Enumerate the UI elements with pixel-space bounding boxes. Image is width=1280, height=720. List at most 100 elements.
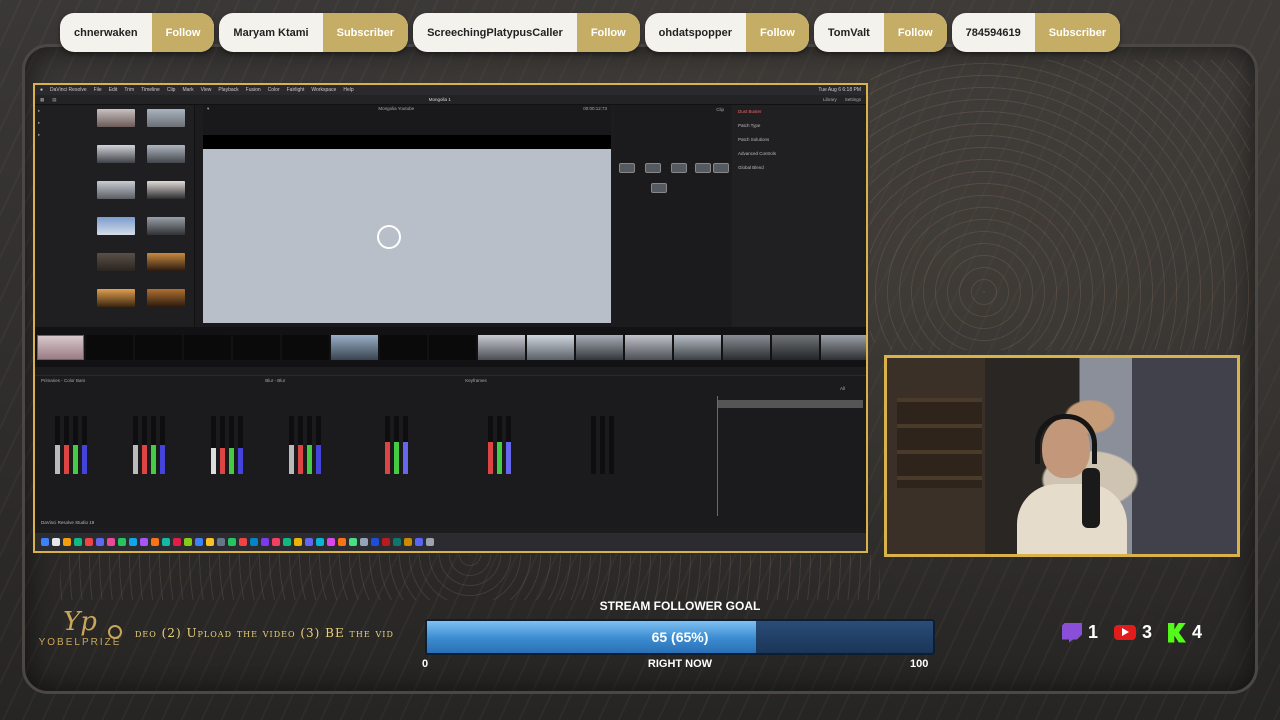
app-icon[interactable] <box>371 538 379 546</box>
app-icon[interactable] <box>349 538 357 546</box>
bin-item[interactable]: ▸ <box>38 132 84 138</box>
timeline-clip[interactable] <box>625 335 672 360</box>
app-icon[interactable] <box>393 538 401 546</box>
media-thumbnail[interactable] <box>97 109 135 127</box>
timeline-clip[interactable] <box>821 335 866 360</box>
inspector-field[interactable]: Global Blend <box>738 165 860 170</box>
app-icon[interactable] <box>327 538 335 546</box>
app-icon[interactable] <box>129 538 137 546</box>
app-icon[interactable] <box>338 538 346 546</box>
timeline-clip[interactable] <box>429 335 476 360</box>
timeline-clip[interactable] <box>233 335 280 360</box>
menu-item-help[interactable]: Help <box>343 87 353 93</box>
app-icon[interactable] <box>63 538 71 546</box>
inspector-tab-settings[interactable]: Settings <box>845 97 861 102</box>
timeline-clip[interactable] <box>135 335 182 360</box>
timeline-clip[interactable] <box>37 335 84 360</box>
keyframes-filter[interactable]: All <box>840 386 845 391</box>
app-icon[interactable] <box>162 538 170 546</box>
timeline-clip[interactable] <box>723 335 770 360</box>
media-thumbnail[interactable] <box>97 253 135 271</box>
app-icon[interactable] <box>305 538 313 546</box>
app-icon[interactable] <box>74 538 82 546</box>
bin-item[interactable]: ▸ <box>38 108 84 114</box>
node[interactable] <box>651 183 667 193</box>
app-icon[interactable] <box>228 538 236 546</box>
node[interactable] <box>619 163 635 173</box>
timeline-clip[interactable] <box>772 335 819 360</box>
app-icon[interactable] <box>85 538 93 546</box>
app-icon[interactable] <box>217 538 225 546</box>
menu-item-mark[interactable]: Mark <box>182 87 193 93</box>
playhead[interactable] <box>717 396 718 516</box>
launchpad-icon[interactable] <box>52 538 60 546</box>
timeline-clip[interactable] <box>527 335 574 360</box>
radius-bars[interactable] <box>385 416 408 474</box>
app-icon[interactable] <box>151 538 159 546</box>
timeline-clip[interactable] <box>331 335 378 360</box>
gamma-bars[interactable] <box>133 416 165 474</box>
viewer-image[interactable] <box>203 149 611 323</box>
inspector-field[interactable]: Advanced Controls <box>738 151 860 156</box>
node[interactable] <box>695 163 711 173</box>
menu-item-app[interactable]: DaVinci Resolve <box>50 87 87 93</box>
finder-icon[interactable] <box>41 538 49 546</box>
app-icon[interactable] <box>294 538 302 546</box>
app-icon[interactable] <box>250 538 258 546</box>
app-icon[interactable] <box>195 538 203 546</box>
lut-button[interactable]: ▤ <box>52 97 56 103</box>
menu-item-edit[interactable]: Edit <box>109 87 118 93</box>
timeline-clip[interactable] <box>478 335 525 360</box>
inspector-tab-library[interactable]: Library <box>823 97 837 102</box>
menu-item-color[interactable]: Color <box>268 87 280 93</box>
discord-icon[interactable] <box>415 538 423 546</box>
menu-item-view[interactable]: View <box>201 87 212 93</box>
node[interactable] <box>713 163 729 173</box>
app-icon[interactable] <box>206 538 214 546</box>
offset-bars[interactable] <box>289 416 321 474</box>
menu-item-file[interactable]: File <box>94 87 102 93</box>
app-icon[interactable] <box>140 538 148 546</box>
timeline-clip[interactable] <box>380 335 427 360</box>
node[interactable] <box>671 163 687 173</box>
media-thumbnail[interactable] <box>97 145 135 163</box>
media-thumbnail[interactable] <box>97 289 135 307</box>
media-thumbnail[interactable] <box>147 289 185 307</box>
gain-bars[interactable] <box>211 416 243 474</box>
app-icon[interactable] <box>184 538 192 546</box>
menu-item-clip[interactable]: Clip <box>167 87 176 93</box>
timeline-clip[interactable] <box>184 335 231 360</box>
menu-item-playback[interactable]: Playback <box>218 87 238 93</box>
media-thumbnail[interactable] <box>147 181 185 199</box>
timeline-clip[interactable] <box>282 335 329 360</box>
app-icon[interactable] <box>272 538 280 546</box>
scaling-bars[interactable] <box>591 416 614 474</box>
media-thumbnail[interactable] <box>147 109 185 127</box>
menu-item-trim[interactable]: Trim <box>124 87 134 93</box>
media-thumbnail[interactable] <box>147 217 185 235</box>
app-icon[interactable] <box>316 538 324 546</box>
apple-icon[interactable]: ● <box>40 87 43 93</box>
menu-item-timeline[interactable]: Timeline <box>141 87 160 93</box>
bin-item[interactable]: ▸ <box>38 120 84 126</box>
node-editor[interactable]: Clip <box>615 105 730 327</box>
gallery-button[interactable]: ▦ <box>40 97 44 103</box>
node[interactable] <box>645 163 661 173</box>
node-editor-mode[interactable]: Clip <box>716 107 724 112</box>
timeline-clip[interactable] <box>86 335 133 360</box>
media-thumbnail[interactable] <box>97 181 135 199</box>
app-icon[interactable] <box>107 538 115 546</box>
menu-item-fusion[interactable]: Fusion <box>246 87 261 93</box>
keyframe-track[interactable] <box>717 400 863 408</box>
viewer-zoom[interactable]: ▾ <box>207 106 209 112</box>
inspector-field[interactable]: Patch Type <box>738 123 860 128</box>
app-icon[interactable] <box>261 538 269 546</box>
menu-item-workspace[interactable]: Workspace <box>311 87 336 93</box>
lift-bars[interactable] <box>55 416 87 474</box>
app-icon[interactable] <box>360 538 368 546</box>
app-icon[interactable] <box>118 538 126 546</box>
media-thumbnail[interactable] <box>147 145 185 163</box>
app-icon[interactable] <box>96 538 104 546</box>
app-icon[interactable] <box>382 538 390 546</box>
timeline-clip[interactable] <box>576 335 623 360</box>
